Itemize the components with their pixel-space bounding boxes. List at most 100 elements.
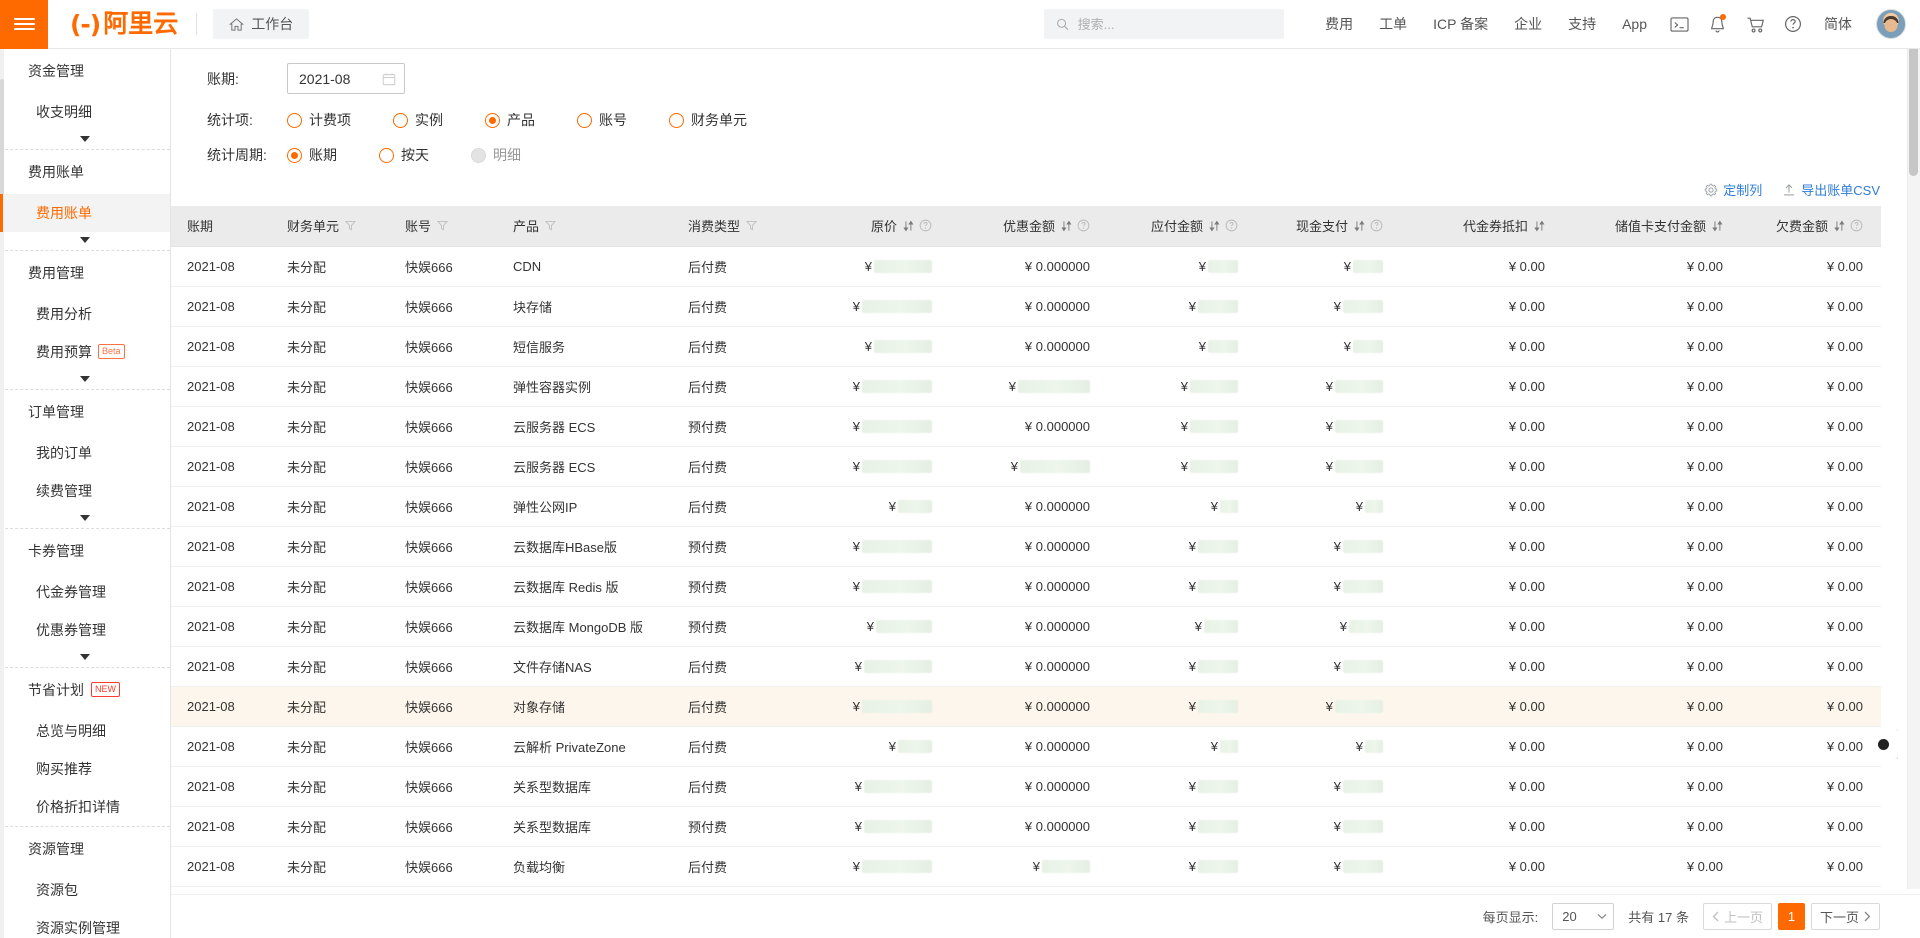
sidebar-item-price-discount[interactable]: 价格折扣详情 [0, 788, 170, 826]
sidebar-item-purchase-recommend[interactable]: 购买推荐 [0, 750, 170, 788]
radio-product[interactable]: 产品 [485, 110, 535, 130]
sidebar-collapse-toggle[interactable] [0, 232, 170, 250]
radio-charge-item[interactable]: 计费项 [287, 110, 351, 130]
radio-instance[interactable]: 实例 [393, 110, 443, 130]
sidebar-item-my-orders[interactable]: 我的订单 [0, 434, 170, 472]
sidebar-group-savings-plan[interactable]: 节省计划 NEW [0, 668, 170, 712]
sidebar-group-expense-mgmt[interactable]: 费用管理 [0, 251, 170, 295]
sidebar-collapse-toggle[interactable] [0, 371, 170, 389]
sort-icon[interactable] [1712, 220, 1723, 232]
sidebar-item-transactions[interactable]: 收支明细 [0, 93, 170, 131]
search-input[interactable] [1077, 16, 1273, 32]
sidebar-group-orders[interactable]: 订单管理 [0, 390, 170, 434]
nav-item-app[interactable]: App [1609, 0, 1660, 49]
radio-cycle-period[interactable]: 账期 [287, 145, 337, 165]
sort-icon[interactable] [1209, 220, 1220, 232]
sort-icon[interactable] [903, 220, 914, 232]
radio-finance-unit[interactable]: 财务单元 [669, 110, 747, 130]
page-scrollbar[interactable] [1907, 0, 1920, 889]
export-csv-button[interactable]: 导出账单CSV [1782, 180, 1880, 199]
table-row[interactable]: 2021-08 未分配 快娱666 云数据库HBase版 预付费 ¥ ¥ 0.000000 ¥… [171, 526, 1881, 567]
terminal-icon[interactable] [1660, 0, 1698, 49]
sort-icon[interactable] [1061, 220, 1072, 232]
table-row[interactable]: 2021-08 未分配 快娱666 短信服务 后付费 ¥ ¥ 0.000000 ¥ ¥ ¥ 0.0… [171, 326, 1881, 367]
page-size-select[interactable]: 20 [1552, 903, 1615, 931]
radio-cycle-daily[interactable]: 按天 [379, 145, 429, 165]
customize-columns-button[interactable]: 定制列 [1704, 180, 1762, 199]
column-header-original[interactable]: 原价 [812, 206, 950, 247]
table-row[interactable]: 2021-08 未分配 快娱666 CDN 后付费 ¥ ¥ 0.000000 ¥ ¥ ¥ 0.00… [171, 246, 1881, 287]
bell-icon[interactable] [1698, 0, 1736, 49]
sidebar-group-funds[interactable]: 资金管理 [0, 49, 170, 93]
sidebar-item-renewal[interactable]: 续费管理 [0, 472, 170, 510]
sidebar-item-expense-analysis[interactable]: 费用分析 [0, 295, 170, 333]
table-row[interactable]: 2021-08 未分配 快娱666 云数据库 MongoDB 版 预付费 ¥ ¥ 0.000… [171, 606, 1881, 647]
column-header-product[interactable]: 产品 [497, 206, 672, 247]
filter-icon[interactable] [345, 220, 357, 231]
sidebar-item-expense-bill[interactable]: 费用账单 [0, 194, 170, 232]
menu-hamburger-button[interactable] [0, 0, 48, 49]
table-row[interactable]: 2021-08 未分配 快娱666 关系型数据库 预付费 ¥ ¥ 0.000000 ¥ ¥ ¥ 0… [171, 806, 1881, 847]
table-row[interactable]: 2021-08 未分配 快娱666 弹性容器实例 后付费 ¥ ¥ ¥ ¥ ¥ 0.00 ¥ 0.00… [171, 366, 1881, 407]
sidebar-group-coupons[interactable]: 卡券管理 [0, 529, 170, 573]
nav-item-tickets[interactable]: 工单 [1366, 0, 1420, 49]
help-circle-icon[interactable] [919, 219, 932, 232]
brand-logo[interactable]: (-) 阿里云 [48, 11, 178, 37]
filter-icon[interactable] [545, 220, 557, 231]
column-header-finance_unit[interactable]: 财务单元 [271, 206, 389, 247]
sort-icon[interactable] [1354, 220, 1365, 232]
table-row[interactable]: 2021-08 未分配 快娱666 云解析 PrivateZone 后付费 ¥ ¥ 0.00… [171, 726, 1881, 767]
sidebar-group-resources[interactable]: 资源管理 [0, 827, 170, 871]
table-row[interactable]: 2021-08 未分配 快娱666 云服务器 ECS 后付费 ¥ ¥ ¥ ¥ ¥ 0.00 ¥ 0.… [171, 446, 1881, 487]
column-header-stored_card[interactable]: 储值卡支付金额 [1563, 206, 1741, 247]
sidebar-collapse-toggle[interactable] [0, 510, 170, 528]
sidebar-group-bills[interactable]: 费用账单 [0, 150, 170, 194]
sidebar-item-voucher-mgmt[interactable]: 代金券管理 [0, 573, 170, 611]
next-page-button[interactable]: 下一页 [1810, 903, 1880, 931]
table-row[interactable]: 2021-08 未分配 快娱666 文件存储NAS 后付费 ¥ ¥ 0.000000 ¥ ¥ ¥ … [171, 646, 1881, 687]
sidebar-collapse-toggle[interactable] [0, 131, 170, 149]
table-row[interactable]: 2021-08 未分配 快娱666 云服务器 ECS 预付费 ¥ ¥ 0.000000 ¥ ¥ ¥… [171, 406, 1881, 447]
nav-item-fees[interactable]: 费用 [1312, 0, 1366, 49]
sidebar-item-expense-budget[interactable]: 费用预算 Beta [0, 333, 170, 371]
help-circle-icon[interactable] [1850, 219, 1863, 232]
prev-page-button[interactable]: 上一页 [1702, 903, 1772, 931]
nav-item-enterprise[interactable]: 企业 [1501, 0, 1555, 49]
sidebar-collapse-toggle[interactable] [0, 649, 170, 667]
help-circle-icon[interactable] [1225, 219, 1238, 232]
global-search-box[interactable] [1044, 9, 1285, 39]
sidebar-item-coupon-mgmt[interactable]: 优惠券管理 [0, 611, 170, 649]
table-row[interactable]: 2021-08 未分配 快娱666 关系型数据库 后付费 ¥ ¥ 0.000000 ¥ ¥ ¥ 0… [171, 766, 1881, 807]
sidebar-item-resource-package[interactable]: 资源包 [0, 871, 170, 909]
column-header-charge_type[interactable]: 消费类型 [672, 206, 812, 247]
column-header-owed[interactable]: 欠费金额 [1741, 206, 1881, 247]
language-switcher[interactable]: 简体 [1812, 14, 1864, 34]
help-circle-icon[interactable] [1370, 219, 1383, 232]
column-header-voucher[interactable]: 代金券抵扣 [1401, 206, 1563, 247]
table-row[interactable]: 2021-08 未分配 快娱666 对象存储 后付费 ¥ ¥ 0.000000 ¥ ¥ ¥ 0.0… [171, 686, 1881, 727]
table-row[interactable]: 2021-08 未分配 快娱666 负载均衡 后付费 ¥ ¥ ¥ ¥ ¥ 0.00 ¥ 0.00 ¥ … [171, 846, 1881, 887]
help-circle-icon[interactable] [1774, 0, 1812, 49]
sort-icon[interactable] [1834, 220, 1845, 232]
filter-icon[interactable] [746, 220, 758, 231]
filter-icon[interactable] [437, 220, 449, 231]
column-header-cash_paid[interactable]: 现金支付 [1256, 206, 1401, 247]
workbench-button[interactable]: 工作台 [213, 9, 310, 39]
nav-item-support[interactable]: 支持 [1555, 0, 1609, 49]
avatar[interactable] [1876, 9, 1906, 39]
sidebar-item-resource-instance[interactable]: 资源实例管理 [0, 909, 170, 938]
help-circle-icon[interactable] [1077, 219, 1090, 232]
nav-item-icp[interactable]: ICP 备案 [1420, 0, 1501, 49]
column-header-payable[interactable]: 应付金额 [1108, 206, 1256, 247]
column-header-discount[interactable]: 优惠金额 [950, 206, 1108, 247]
period-date-picker[interactable]: 2021-08 [287, 63, 405, 94]
radio-account[interactable]: 账号 [577, 110, 627, 130]
table-row[interactable]: 2021-08 未分配 快娱666 块存储 后付费 ¥ ¥ 0.000000 ¥ ¥ ¥ 0.00… [171, 286, 1881, 327]
sidebar-item-overview-detail[interactable]: 总览与明细 [0, 712, 170, 750]
table-row[interactable]: 2021-08 未分配 快娱666 弹性公网IP 后付费 ¥ ¥ 0.000000 ¥ ¥ ¥ 0… [171, 486, 1881, 527]
sort-icon[interactable] [1534, 220, 1545, 232]
table-row[interactable]: 2021-08未分配快娱666日志服务后付费¥¥ 0.000000¥¥¥ 0.0… [171, 886, 1881, 895]
column-header-account[interactable]: 账号 [389, 206, 497, 247]
table-row[interactable]: 2021-08 未分配 快娱666 云数据库 Redis 版 预付费 ¥ ¥ 0.00000… [171, 566, 1881, 607]
cart-icon[interactable] [1736, 0, 1774, 49]
